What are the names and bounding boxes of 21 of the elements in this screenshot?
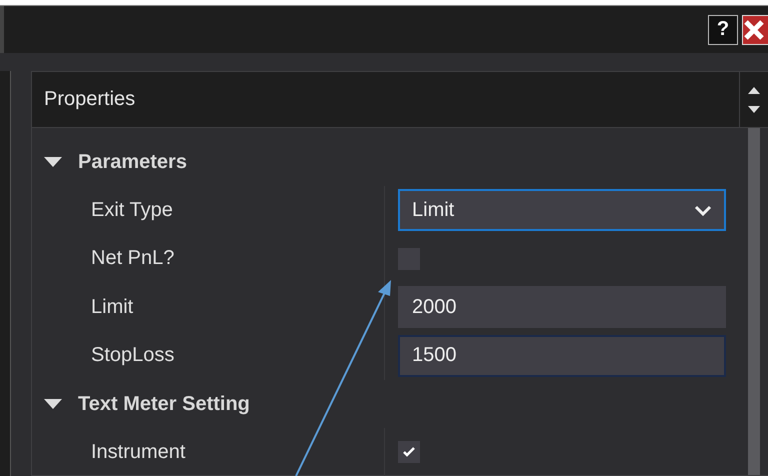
property-label: Exit Type [90,198,174,222]
scroll-up-icon[interactable] [748,86,760,94]
input-field[interactable]: 2000 [398,286,726,328]
category-title: Parameters [78,150,187,174]
panel-title: Properties [43,88,136,111]
property-label: StopLoss [90,344,176,368]
help-button[interactable]: ? [708,14,738,44]
expand-caret-icon[interactable] [44,157,62,167]
property-label: Net PnL? [90,247,176,270]
category-title: Text Meter Setting [78,392,250,416]
scroll-down-icon[interactable] [748,106,760,112]
expand-caret-icon[interactable] [44,399,62,409]
property-label: Limit [90,296,134,319]
close-button[interactable] [742,14,768,44]
checkbox[interactable] [398,441,420,464]
input-field[interactable]: 1500 [398,334,726,377]
property-label: Instrument [90,440,186,464]
checkmark-icon [403,447,415,458]
scrollbar-thumb[interactable] [748,128,760,475]
dropdown-field[interactable]: Limit [398,189,726,232]
chevron-down-icon [694,204,712,216]
